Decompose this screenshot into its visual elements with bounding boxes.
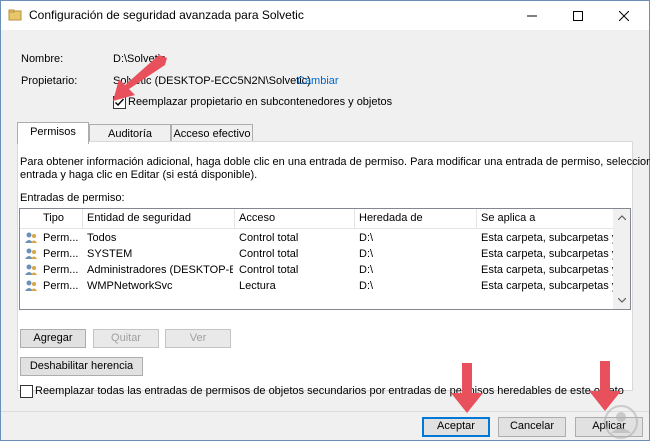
owner-label: Propietario: bbox=[21, 75, 78, 87]
table-row[interactable]: Perm... SYSTEM Control total D:\ Esta ca… bbox=[20, 246, 613, 262]
row-access: Lectura bbox=[239, 280, 276, 292]
row-inherited: D:\ bbox=[359, 232, 374, 244]
close-icon bbox=[619, 10, 629, 21]
row-type: Perm... bbox=[43, 280, 79, 292]
row-inherited: D:\ bbox=[359, 280, 374, 292]
column-header-acceso[interactable]: Acceso bbox=[235, 209, 355, 229]
row-principal: Todos bbox=[87, 232, 117, 244]
instructions-line1: Para obtener información adicional, haga… bbox=[20, 156, 650, 168]
row-applies: Esta carpeta, subcarpetas y arc... bbox=[481, 248, 613, 260]
table-row[interactable]: Perm... WMPNetworkSvc Lectura D:\ Esta c… bbox=[20, 278, 613, 294]
row-access: Control total bbox=[239, 264, 299, 276]
table-row[interactable]: Perm... Todos Control total D:\ Esta car… bbox=[20, 230, 613, 246]
ok-button[interactable]: Aceptar bbox=[422, 417, 490, 437]
users-icon bbox=[24, 231, 38, 245]
permission-entries-list[interactable]: Tipo Entidad de seguridad Acceso Heredad… bbox=[19, 208, 631, 310]
scroll-down-icon[interactable] bbox=[613, 292, 630, 309]
row-inherited: D:\ bbox=[359, 248, 374, 260]
close-button[interactable] bbox=[601, 1, 647, 30]
annotation-arrow-ok-icon bbox=[451, 363, 483, 413]
row-type: Perm... bbox=[43, 248, 79, 260]
instructions-line2: entrada y haga clic en Editar (si está d… bbox=[20, 169, 258, 181]
remove-button[interactable]: Quitar bbox=[93, 329, 159, 348]
name-label: Nombre: bbox=[21, 53, 64, 65]
table-row[interactable]: Perm... Administradores (DESKTOP-E... Co… bbox=[20, 262, 613, 278]
row-type: Perm... bbox=[43, 232, 79, 244]
row-principal: SYSTEM bbox=[87, 248, 133, 260]
replace-all-label[interactable]: Reemplazar todas las entradas de permiso… bbox=[35, 385, 624, 397]
column-header-entidad[interactable]: Entidad de seguridad bbox=[83, 209, 235, 229]
column-header-tipo[interactable]: Tipo bbox=[39, 209, 83, 229]
scroll-up-icon[interactable] bbox=[613, 209, 630, 226]
maximize-icon bbox=[573, 10, 583, 21]
annotation-arrow-owner-icon bbox=[113, 55, 167, 101]
footer-divider bbox=[1, 411, 649, 412]
minimize-button[interactable] bbox=[509, 1, 555, 30]
disable-inheritance-button[interactable]: Deshabilitar herencia bbox=[20, 357, 143, 376]
row-applies: Esta carpeta, subcarpetas y arc... bbox=[481, 280, 613, 292]
row-access: Control total bbox=[239, 248, 299, 260]
maximize-button[interactable] bbox=[555, 1, 601, 30]
list-header: Tipo Entidad de seguridad Acceso Heredad… bbox=[20, 209, 630, 229]
window-title: Configuración de seguridad avanzada para… bbox=[29, 8, 304, 22]
column-header-aplica[interactable]: Se aplica a bbox=[477, 209, 630, 229]
row-access: Control total bbox=[239, 232, 299, 244]
row-applies: Esta carpeta, subcarpetas y arc... bbox=[481, 264, 613, 276]
row-applies: Esta carpeta, subcarpetas y arc... bbox=[481, 232, 613, 244]
cancel-button[interactable]: Cancelar bbox=[498, 417, 566, 437]
row-principal: WMPNetworkSvc bbox=[87, 280, 173, 292]
users-icon bbox=[24, 279, 38, 293]
row-type: Perm... bbox=[43, 264, 79, 276]
users-icon bbox=[24, 263, 38, 277]
tab-permisos[interactable]: Permisos bbox=[17, 122, 89, 144]
add-button[interactable]: Agregar bbox=[20, 329, 86, 348]
change-owner-link[interactable]: Cambiar bbox=[297, 75, 339, 87]
folder-lock-icon bbox=[8, 8, 22, 22]
minimize-icon bbox=[527, 15, 537, 16]
column-header-heredada[interactable]: Heredada de bbox=[355, 209, 477, 229]
brand-logo-icon bbox=[604, 405, 638, 439]
row-inherited: D:\ bbox=[359, 264, 374, 276]
row-principal: Administradores (DESKTOP-E... bbox=[87, 264, 233, 276]
vertical-scrollbar[interactable] bbox=[613, 209, 630, 309]
replace-all-checkbox[interactable] bbox=[20, 385, 33, 398]
users-icon bbox=[24, 247, 38, 261]
view-button[interactable]: Ver bbox=[165, 329, 231, 348]
entries-label: Entradas de permiso: bbox=[20, 192, 125, 204]
security-dialog: Configuración de seguridad avanzada para… bbox=[0, 0, 650, 441]
title-bar[interactable]: Configuración de seguridad avanzada para… bbox=[1, 1, 649, 30]
